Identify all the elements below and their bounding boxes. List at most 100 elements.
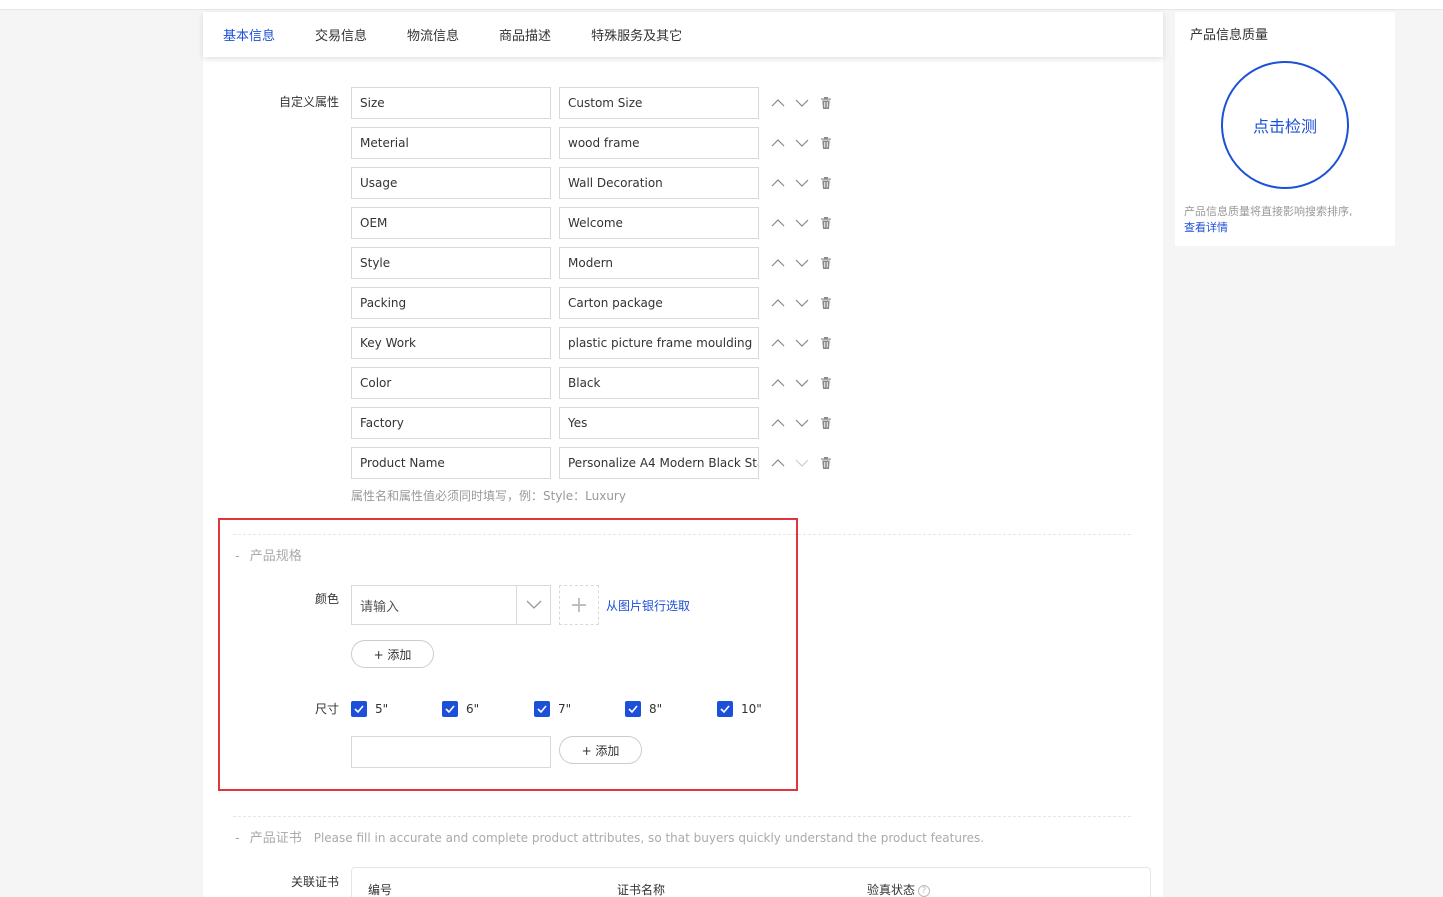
section-divider	[233, 534, 1131, 535]
tab-special-services[interactable]: 特殊服务及其它	[591, 25, 682, 44]
chevron-down-icon[interactable]	[795, 216, 809, 230]
size-label: 尺寸	[314, 702, 339, 716]
quality-panel: 产品信息质量 点击检测 产品信息质量将直接影响搜索排序, 查看详情	[1175, 12, 1395, 246]
cert-col-status: 验真状态?	[867, 881, 931, 897]
attr-name-input[interactable]: Product Name	[351, 447, 551, 479]
tab-trade-info[interactable]: 交易信息	[315, 25, 367, 44]
attr-value-input[interactable]: Carton package	[559, 287, 759, 319]
chevron-up-icon[interactable]	[771, 336, 785, 350]
quality-details-link[interactable]: 查看详情	[1184, 220, 1389, 236]
chevron-down-icon[interactable]	[516, 586, 550, 624]
trash-icon[interactable]	[819, 296, 833, 310]
cert-col-number: 编号	[368, 883, 393, 897]
size-option-label: 5"	[375, 702, 389, 716]
size-option-label: 6"	[466, 702, 480, 716]
tab-bar: 基本信息 交易信息 物流信息 商品描述 特殊服务及其它	[203, 12, 1163, 57]
trash-icon[interactable]	[819, 256, 833, 270]
cert-table: 编号 证书名称 验真状态?	[351, 867, 1151, 897]
attr-value-input[interactable]: Personalize A4 Modern Black Star	[559, 447, 759, 479]
chevron-down-icon[interactable]	[795, 336, 809, 350]
chevron-up-icon[interactable]	[771, 416, 785, 430]
size-checkbox[interactable]: 5"	[351, 701, 388, 717]
chevron-up-icon[interactable]	[771, 96, 785, 110]
checkmark-icon[interactable]	[625, 701, 641, 717]
size-option-label: 8"	[649, 702, 663, 716]
chevron-down-icon[interactable]	[795, 96, 809, 110]
attr-name-input[interactable]: Key Work	[351, 327, 551, 359]
tab-logistics-info[interactable]: 物流信息	[407, 25, 459, 44]
color-select-placeholder: 请输入	[360, 599, 400, 615]
add-size-button[interactable]: + 添加	[559, 736, 642, 764]
checkmark-icon[interactable]	[717, 701, 733, 717]
chevron-down-icon[interactable]	[795, 416, 809, 430]
spec-section-title: - 产品规格	[235, 545, 302, 564]
attr-value-input[interactable]: wood frame	[559, 127, 759, 159]
attr-name-input[interactable]: Usage	[351, 167, 551, 199]
size-checkbox[interactable]: 10"	[717, 701, 762, 717]
cert-subtitle: Please fill in accurate and complete pro…	[313, 831, 985, 845]
size-checkbox[interactable]: 6"	[442, 701, 479, 717]
cert-col-name: 证书名称	[617, 883, 666, 897]
cert-title-text: 产品证书	[249, 831, 302, 846]
add-color-button[interactable]: + 添加	[351, 640, 434, 668]
chevron-down-icon[interactable]	[795, 376, 809, 390]
section-divider	[233, 816, 1131, 817]
attr-value-input[interactable]: Black	[559, 367, 759, 399]
attr-name-input[interactable]: Meterial	[351, 127, 551, 159]
chevron-down-icon[interactable]	[795, 176, 809, 190]
chevron-up-icon[interactable]	[771, 216, 785, 230]
attr-value-input[interactable]: Welcome	[559, 207, 759, 239]
attr-value-input[interactable]: Yes	[559, 407, 759, 439]
attr-name-input[interactable]: Style	[351, 247, 551, 279]
trash-icon[interactable]	[819, 416, 833, 430]
checkmark-icon[interactable]	[442, 701, 458, 717]
tab-basic-info[interactable]: 基本信息	[223, 25, 275, 44]
pick-from-image-bank-link[interactable]: 从图片银行选取	[606, 597, 690, 614]
attr-value-input[interactable]: plastic picture frame moulding	[559, 327, 759, 359]
attr-value-input[interactable]: Wall Decoration	[559, 167, 759, 199]
attr-name-input[interactable]: OEM	[351, 207, 551, 239]
chevron-up-icon[interactable]	[771, 456, 785, 470]
size-checkbox[interactable]: 8"	[625, 701, 662, 717]
add-image-button[interactable]: +	[559, 585, 599, 625]
collapse-dash-icon: -	[235, 549, 240, 564]
attr-name-input[interactable]: Factory	[351, 407, 551, 439]
cert-section-title: - 产品证书 Please fill in accurate and complet…	[235, 827, 984, 846]
custom-attr-label: 自定义属性	[278, 95, 339, 109]
trash-icon[interactable]	[819, 456, 833, 470]
chevron-down-icon[interactable]	[795, 456, 809, 470]
related-cert-label: 关联证书	[290, 875, 339, 889]
chevron-up-icon[interactable]	[771, 136, 785, 150]
attr-value-input[interactable]: Modern	[559, 247, 759, 279]
size-checkbox[interactable]: 7"	[534, 701, 571, 717]
attr-name-input[interactable]: Color	[351, 367, 551, 399]
chevron-down-icon[interactable]	[795, 296, 809, 310]
chevron-up-icon[interactable]	[771, 256, 785, 270]
help-icon[interactable]: ?	[918, 884, 931, 897]
trash-icon[interactable]	[819, 136, 833, 150]
chevron-down-icon[interactable]	[795, 256, 809, 270]
cert-col-status-text: 验真状态	[867, 883, 916, 897]
quality-note-text: 产品信息质量将直接影响搜索排序,	[1184, 205, 1353, 218]
chevron-up-icon[interactable]	[771, 296, 785, 310]
browser-top-strip	[0, 0, 1443, 10]
tab-description[interactable]: 商品描述	[499, 25, 551, 44]
trash-icon[interactable]	[819, 376, 833, 390]
attr-value-input[interactable]: Custom Size	[559, 87, 759, 119]
attr-name-input[interactable]: Size	[351, 87, 551, 119]
quality-check-button[interactable]: 点击检测	[1221, 61, 1349, 189]
custom-size-input[interactable]	[351, 736, 551, 768]
attr-name-input[interactable]: Packing	[351, 287, 551, 319]
trash-icon[interactable]	[819, 336, 833, 350]
chevron-up-icon[interactable]	[771, 176, 785, 190]
checkmark-icon[interactable]	[534, 701, 550, 717]
chevron-up-icon[interactable]	[771, 376, 785, 390]
color-select[interactable]: 请输入	[351, 585, 551, 625]
quality-panel-title: 产品信息质量	[1190, 28, 1269, 43]
plus-icon: +	[569, 592, 589, 618]
checkmark-icon[interactable]	[351, 701, 367, 717]
trash-icon[interactable]	[819, 176, 833, 190]
trash-icon[interactable]	[819, 216, 833, 230]
trash-icon[interactable]	[819, 96, 833, 110]
chevron-down-icon[interactable]	[795, 136, 809, 150]
